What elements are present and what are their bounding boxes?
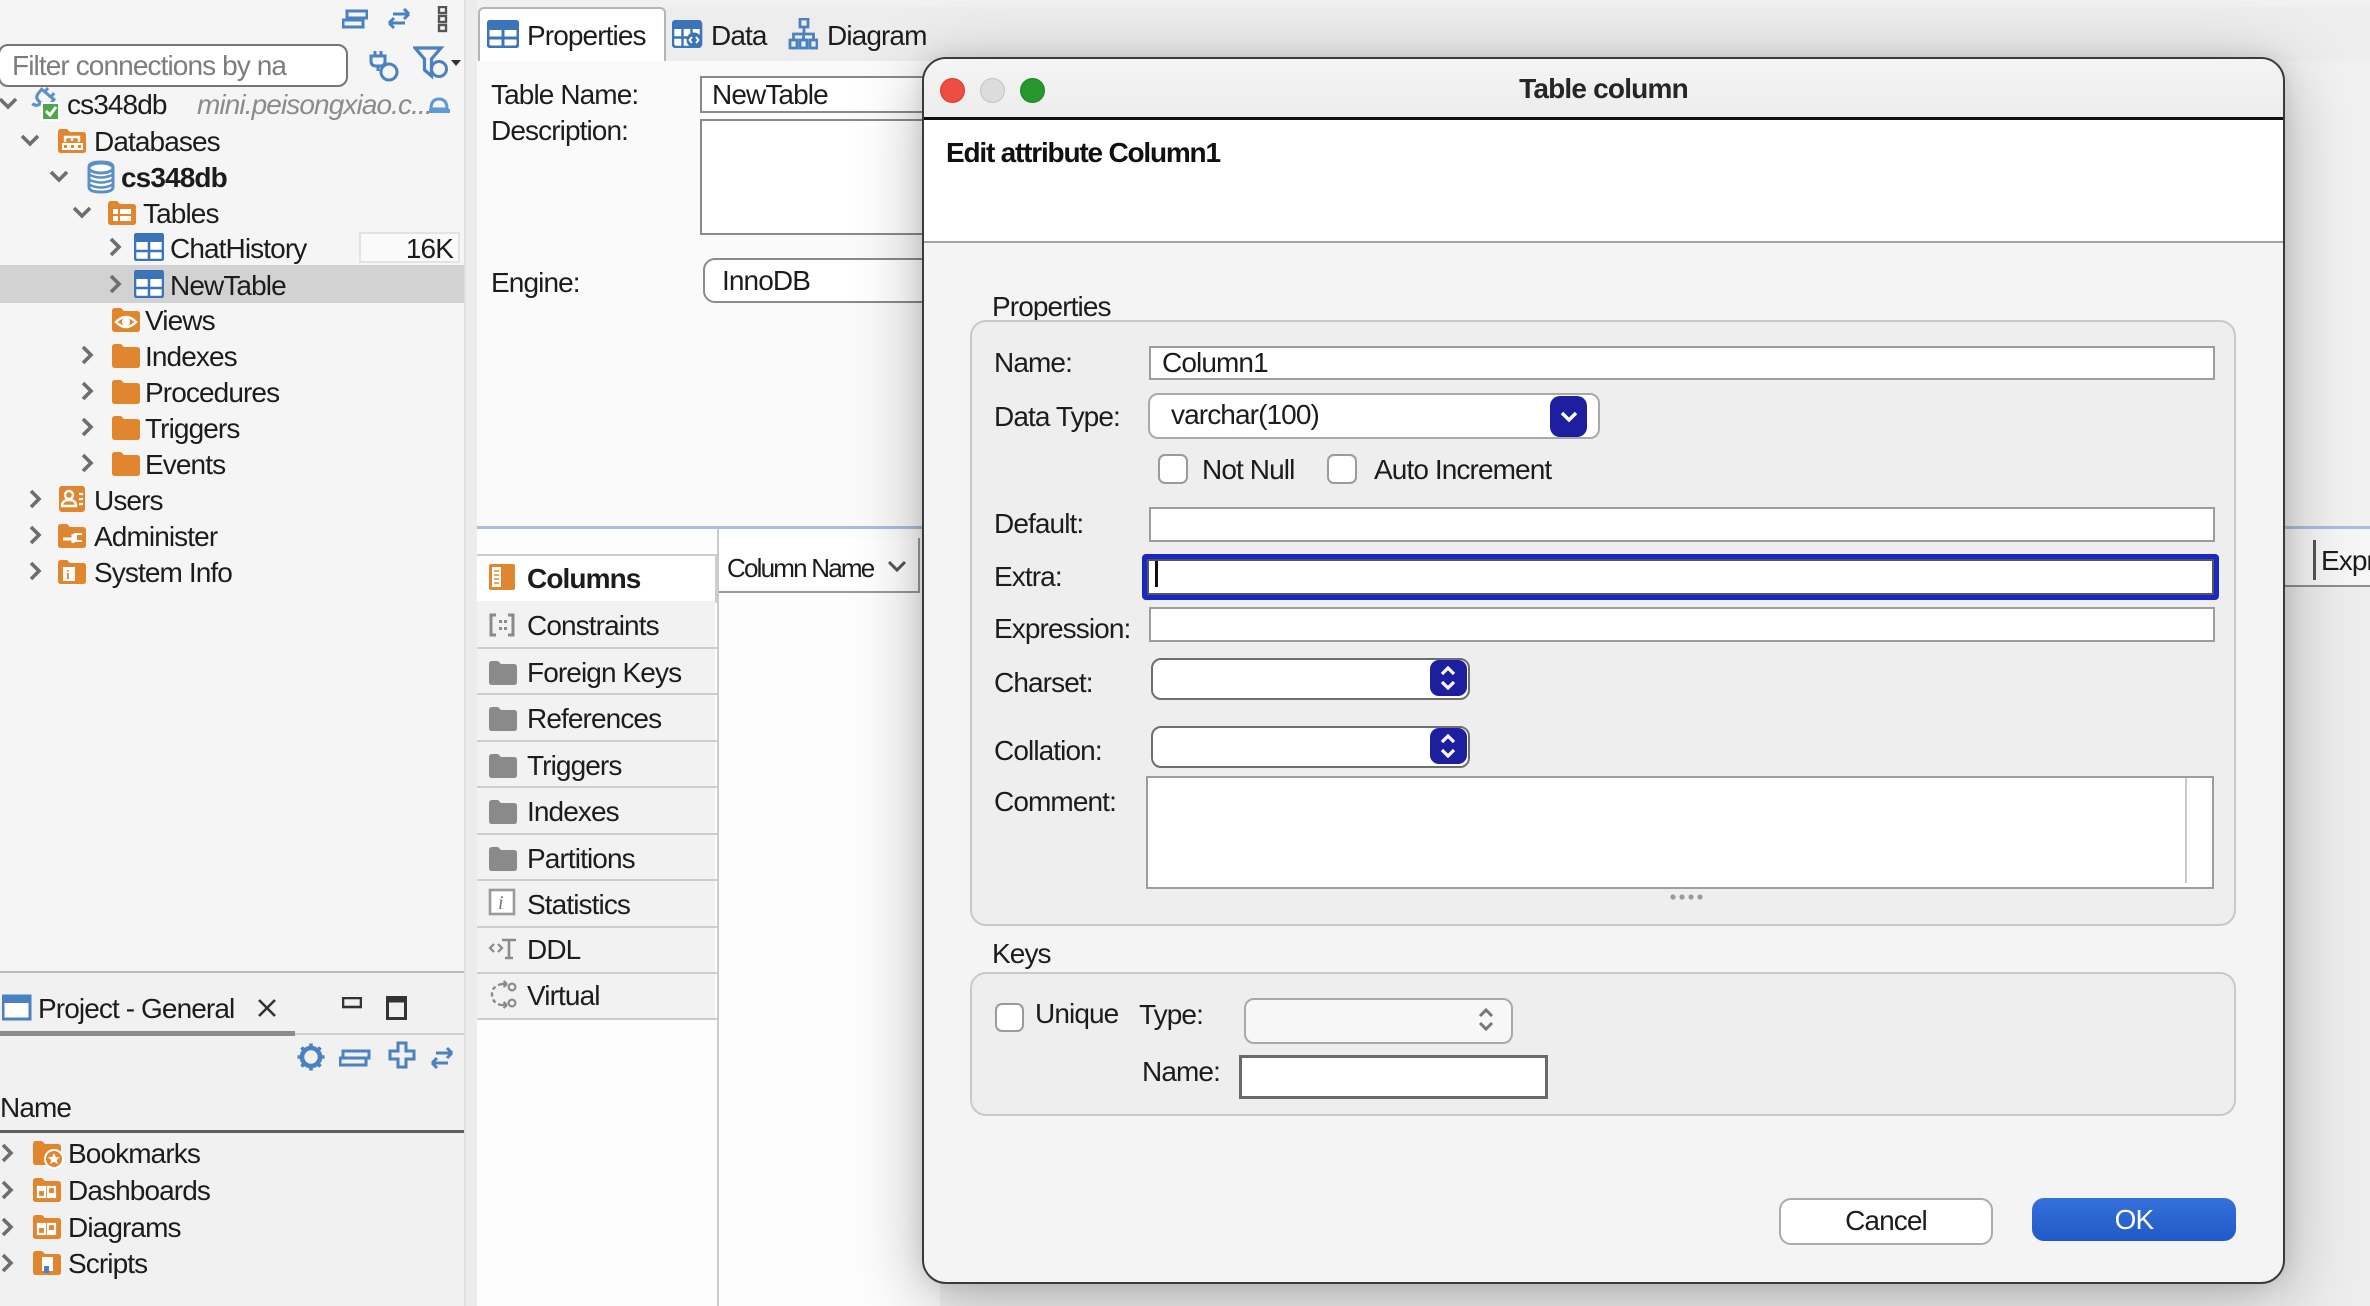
svg-text:i: i: [498, 892, 504, 914]
svg-text:i: i: [66, 567, 70, 582]
